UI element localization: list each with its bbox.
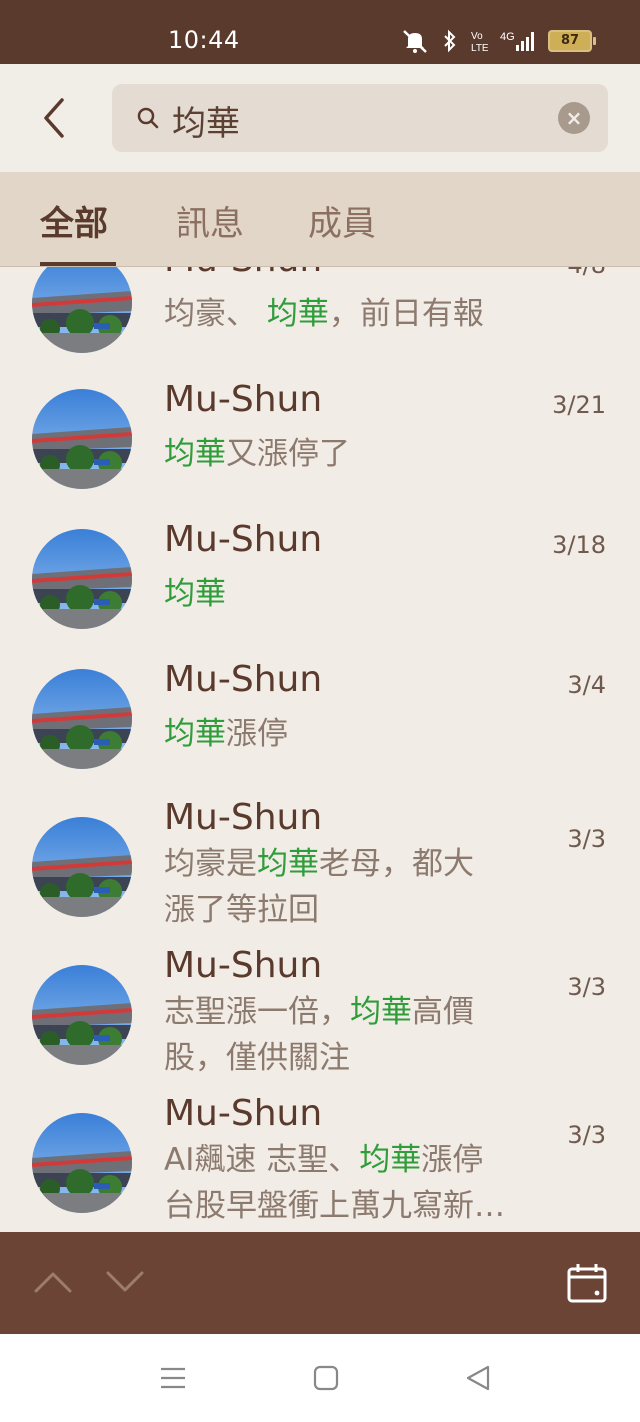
tab-messages[interactable]: 訊息 (176, 196, 244, 245)
keyword-highlight: 均華 (164, 436, 226, 472)
snippet-line: AI飆速 志聖、均華漲停 (164, 1137, 524, 1183)
snippet-line: 均豪、 均華，前日有報 (164, 291, 524, 337)
snippet-line: 台股早盤衝上萬九寫新… (164, 1183, 524, 1229)
snippet-text: ，前日有報 (328, 296, 484, 332)
home-icon[interactable] (312, 1364, 340, 1392)
snippet-text: 老母，都大 (319, 846, 474, 882)
active-tab-indicator (40, 262, 116, 266)
keyword-highlight: 均華 (359, 1142, 422, 1178)
sender-name: Mu-Shun (164, 267, 322, 280)
snippet-text: 又漲停了 (226, 436, 350, 472)
keyword-highlight: 均華 (350, 994, 412, 1030)
search-query[interactable]: 均華 (172, 96, 240, 145)
avatar[interactable] (32, 817, 132, 917)
search-icon (137, 107, 159, 129)
battery-icon: 87 (548, 30, 596, 52)
tab-all[interactable]: 全部 (40, 196, 108, 245)
message-snippet: 均華 (164, 571, 524, 617)
system-navigation-bar (0, 1334, 640, 1422)
snippet-line: 漲了等拉回 (164, 887, 524, 933)
search-result-row[interactable]: Mu-Shun 4/8 均豪、 均華，前日有報 (0, 267, 640, 371)
message-date: 3/3 (567, 825, 606, 853)
avatar[interactable] (32, 389, 132, 489)
back-triangle-icon[interactable] (464, 1364, 492, 1392)
avatar[interactable] (32, 669, 132, 769)
tab-bar: 全部 訊息 成員 (0, 172, 640, 267)
search-input[interactable]: 均華 × (112, 84, 608, 152)
clear-icon[interactable]: × (558, 102, 590, 134)
tab-members[interactable]: 成員 (308, 196, 376, 245)
search-result-row[interactable]: Mu-Shun 3/18 均華 (0, 511, 640, 651)
avatar[interactable] (32, 965, 132, 1065)
message-date: 3/4 (567, 671, 606, 699)
svg-text:Vo: Vo (471, 31, 483, 42)
message-date: 4/8 (567, 267, 606, 279)
bottom-toolbar (0, 1232, 640, 1334)
status-time: 10:44 (168, 26, 240, 54)
search-header: 均華 × (0, 64, 640, 172)
menu-icon[interactable] (160, 1364, 186, 1392)
status-icons: Vo LTE 4G 87 (400, 28, 596, 54)
snippet-text: 均豪、 (164, 296, 267, 332)
snippet-line: 均華又漲停了 (164, 431, 524, 477)
sender-name: Mu-Shun (164, 945, 323, 986)
message-date: 3/21 (552, 391, 606, 419)
back-arrow-icon[interactable] (36, 96, 76, 140)
chevron-up-icon[interactable] (34, 1270, 72, 1294)
message-snippet: 均華漲停 (164, 711, 524, 757)
snippet-text: 漲停 (421, 1142, 484, 1178)
snippet-text: 均豪是 (164, 846, 257, 882)
snippet-line: 均華漲停 (164, 711, 524, 757)
search-result-row[interactable]: Mu-Shun 3/21 均華又漲停了 (0, 371, 640, 511)
bluetooth-icon (444, 29, 456, 53)
chevron-down-icon[interactable] (106, 1270, 144, 1294)
sender-name: Mu-Shun (164, 1093, 323, 1134)
status-bar: 10:44 Vo LTE 4G 87 (0, 0, 640, 64)
message-date: 3/3 (567, 1121, 606, 1149)
search-result-row[interactable]: Mu-Shun 3/4 均華漲停 (0, 651, 640, 791)
sender-name: Mu-Shun (164, 797, 323, 838)
message-snippet: 志聖漲一倍，均華高價股，僅供關注 (164, 989, 524, 1081)
avatar[interactable] (32, 1113, 132, 1213)
sender-name: Mu-Shun (164, 379, 323, 420)
search-result-row[interactable]: Mu-Shun 3/3 均豪是均華老母，都大 漲了等拉回 (0, 791, 640, 931)
snippet-text: 股，僅供關注 (164, 1040, 350, 1076)
snippet-line: 股，僅供關注 (164, 1035, 524, 1081)
snippet-line: 志聖漲一倍，均華高價 (164, 989, 524, 1035)
search-result-row[interactable]: Mu-Shun 3/3 志聖漲一倍，均華高價股，僅供關注 (0, 939, 640, 1079)
snippet-text: 台股早盤衝上萬九寫新… (164, 1188, 505, 1224)
keyword-highlight: 均華 (164, 576, 226, 612)
snippet-text: 漲了等拉回 (164, 892, 319, 928)
message-snippet: 均華又漲停了 (164, 431, 524, 477)
message-date: 3/3 (567, 973, 606, 1001)
search-result-row[interactable]: Mu-Shun 3/3 AI飆速 志聖、均華漲停台股早盤衝上萬九寫新… (0, 1087, 640, 1227)
snippet-text: AI飆速 志聖、 (164, 1142, 360, 1178)
svg-text:LTE: LTE (471, 43, 488, 53)
snippet-text: 漲停 (226, 716, 288, 752)
mute-bell-icon (403, 30, 427, 53)
search-results-list[interactable]: Mu-Shun4/8均豪、 均華，前日有報 Mu-Shun3/21均華又漲停了 … (0, 267, 640, 1232)
message-snippet: AI飆速 志聖、均華漲停台股早盤衝上萬九寫新… (164, 1137, 524, 1229)
volte-icon: Vo LTE (471, 31, 488, 53)
message-date: 3/18 (552, 531, 606, 559)
message-snippet: 均豪是均華老母，都大 漲了等拉回 (164, 841, 524, 933)
sender-name: Mu-Shun (164, 659, 323, 700)
sender-name: Mu-Shun (164, 519, 323, 560)
avatar[interactable] (32, 267, 132, 353)
snippet-text: 志聖漲一倍， (164, 994, 350, 1030)
svg-text:4G: 4G (500, 31, 515, 43)
calendar-icon[interactable] (566, 1262, 608, 1304)
keyword-highlight: 均華 (257, 846, 319, 882)
avatar[interactable] (32, 529, 132, 629)
message-snippet: 均豪、 均華，前日有報 (164, 291, 524, 337)
snippet-line: 均華 (164, 571, 524, 617)
keyword-highlight: 均華 (164, 716, 226, 752)
signal-4g-icon: 4G (500, 31, 534, 51)
keyword-highlight: 均華 (266, 296, 329, 332)
snippet-line: 均豪是均華老母，都大 (164, 841, 524, 887)
snippet-text: 高價 (412, 994, 474, 1030)
